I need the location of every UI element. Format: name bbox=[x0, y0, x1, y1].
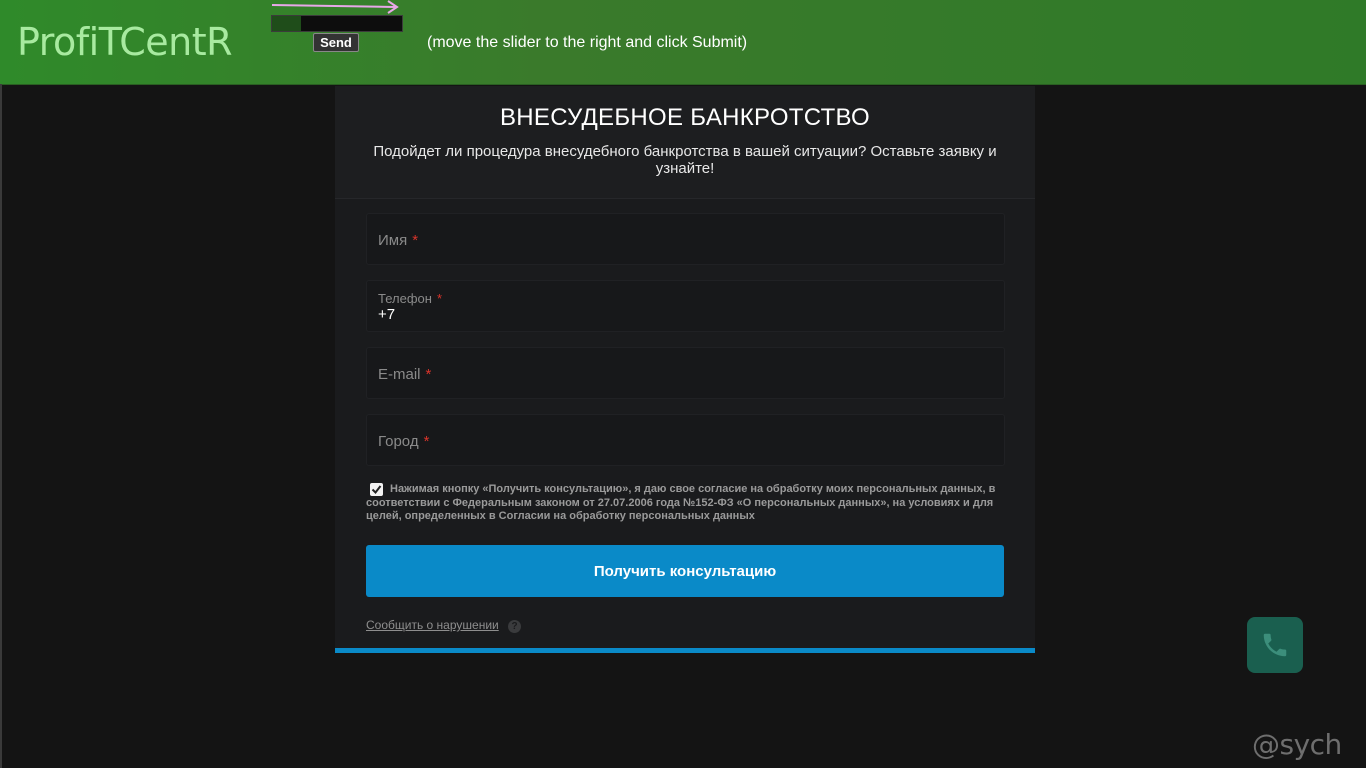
form-title: ВНЕСУДЕБНОЕ БАНКРОТСТВО bbox=[499, 104, 871, 131]
send-button[interactable]: Send bbox=[313, 33, 359, 52]
phone-label: Телефон * bbox=[378, 291, 442, 306]
city-label: Город * bbox=[378, 433, 430, 450]
form-header: ВНЕСУДЕБНОЕ БАНКРОТСТВО Подойдет ли проц… bbox=[335, 86, 1035, 199]
site-logo: ProfiTCentR bbox=[17, 20, 233, 64]
consent-text-block: Нажимая кнопку «Получить консультацию», … bbox=[366, 483, 1006, 524]
name-field[interactable]: Имя * bbox=[366, 213, 1005, 265]
phone-field[interactable]: Телефон * +7 bbox=[366, 280, 1005, 332]
slider-track[interactable] bbox=[271, 15, 403, 32]
city-field[interactable]: Город * bbox=[366, 414, 1005, 466]
consent-text: Нажимая кнопку «Получить консультацию», … bbox=[366, 483, 996, 522]
consultation-form: ВНЕСУДЕБНОЕ БАНКРОТСТВО Подойдет ли проц… bbox=[335, 86, 1035, 653]
left-edge-divider bbox=[0, 84, 2, 768]
get-consultation-button[interactable]: Получить консультацию bbox=[366, 545, 1004, 597]
arrow-right-icon bbox=[271, 0, 399, 14]
slider-hint: (move the slider to the right and click … bbox=[427, 34, 748, 51]
form-subtitle: Подойдет ли процедура внесудебного банкр… bbox=[373, 143, 997, 177]
slider-fill bbox=[272, 16, 301, 31]
email-field[interactable]: E-mail * bbox=[366, 347, 1005, 399]
watermark: @sych bbox=[1252, 728, 1342, 761]
email-label: E-mail * bbox=[378, 366, 432, 383]
phone-call-button[interactable] bbox=[1247, 617, 1303, 673]
phone-value: +7 bbox=[378, 306, 396, 323]
report-violation-link[interactable]: Сообщить о нарушении bbox=[366, 618, 499, 632]
name-label: Имя * bbox=[378, 232, 419, 249]
phone-icon bbox=[1263, 633, 1287, 657]
top-bar: ProfiTCentR Send (move the slider to the… bbox=[0, 0, 1366, 85]
help-icon[interactable]: ? bbox=[508, 620, 521, 633]
captcha-slider[interactable] bbox=[271, 0, 403, 34]
